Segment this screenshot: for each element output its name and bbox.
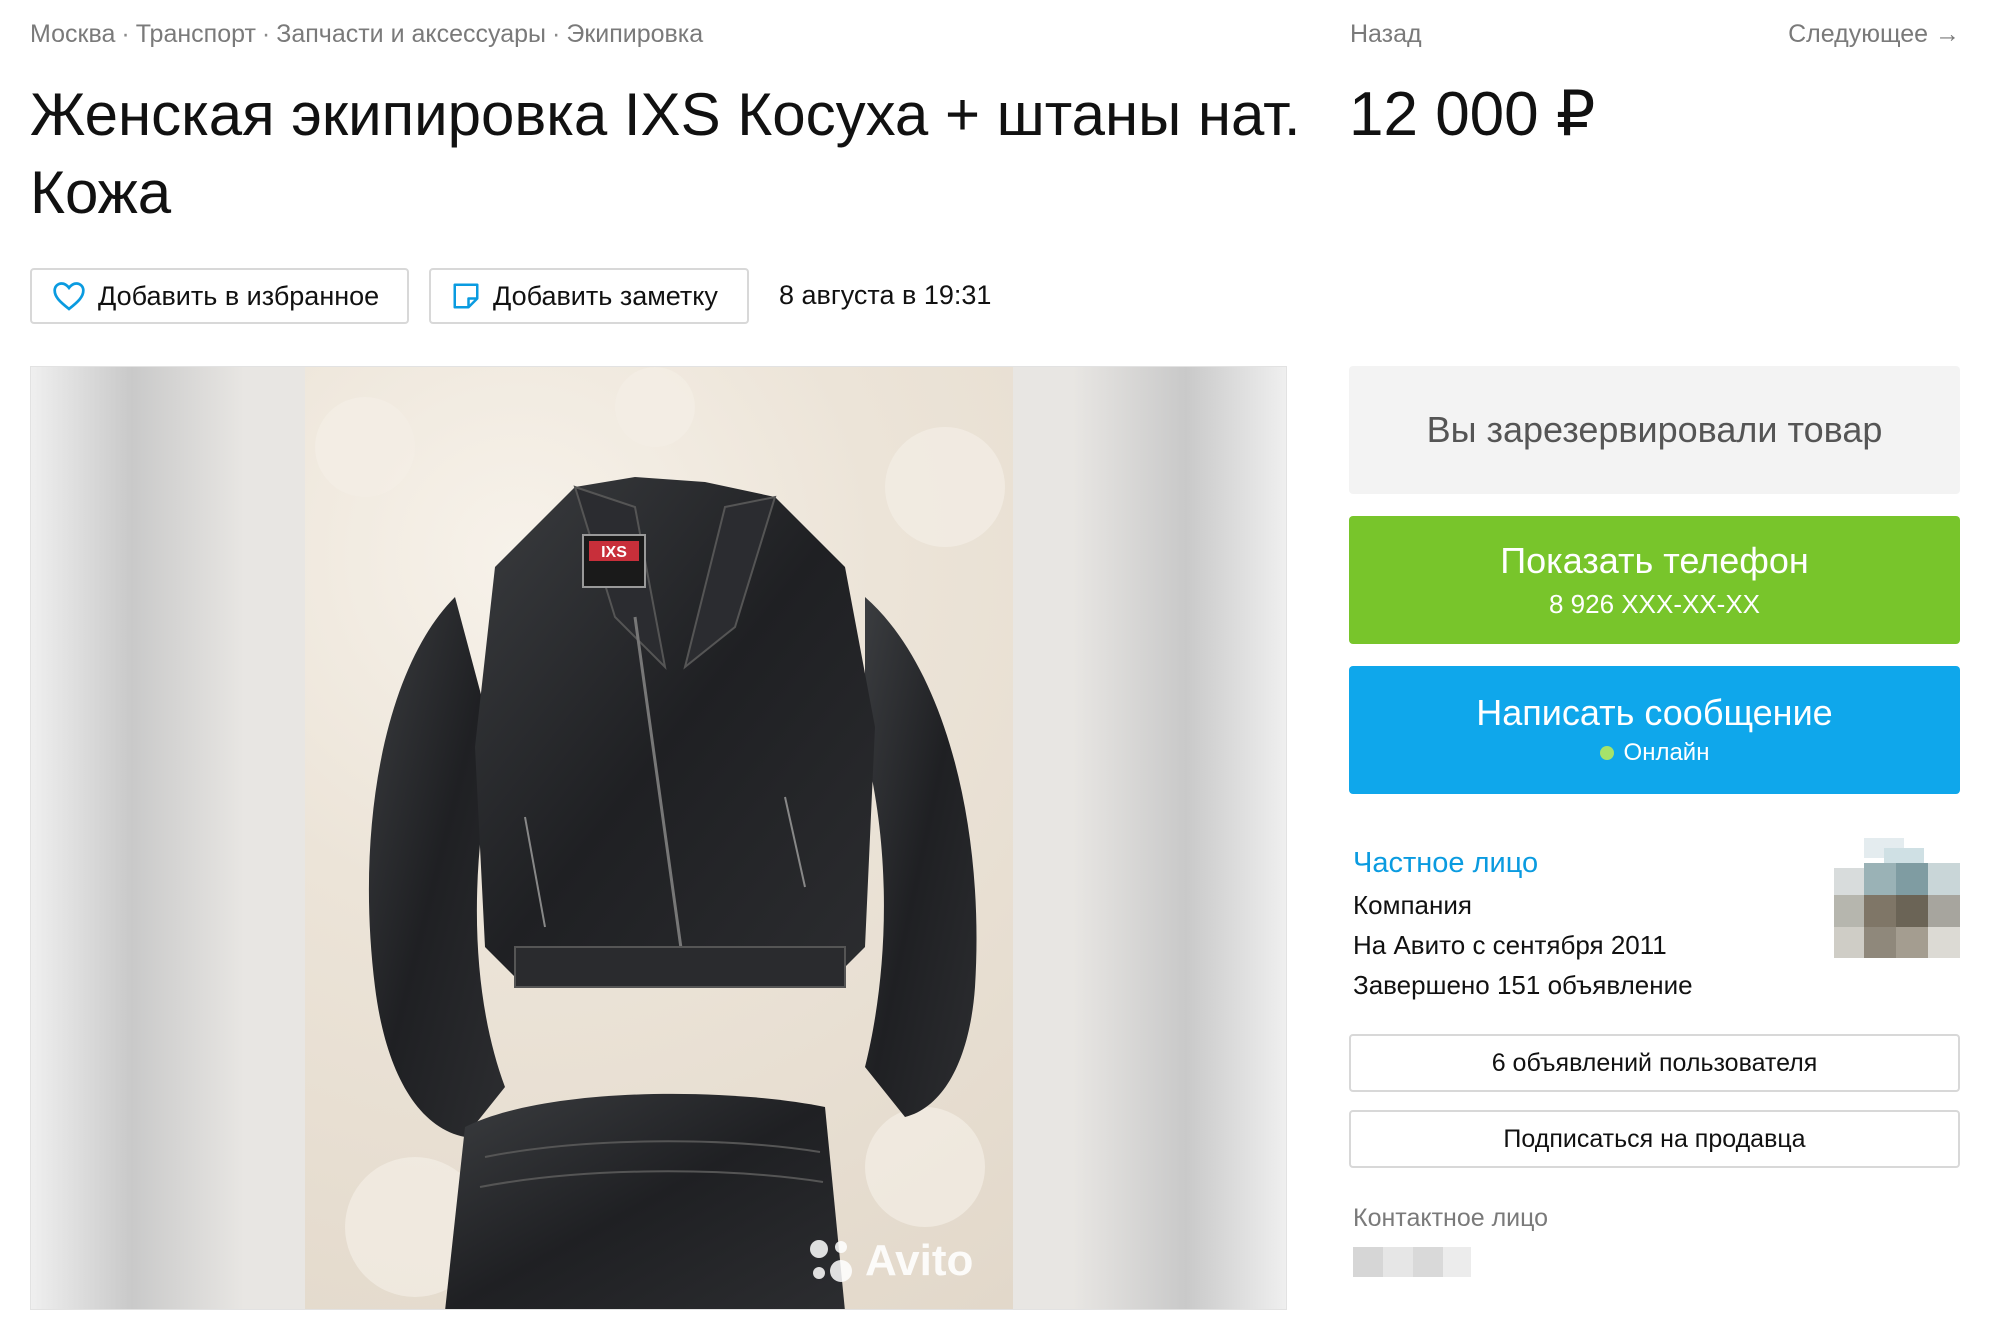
- breadcrumb-item-city[interactable]: Москва: [30, 20, 115, 48]
- add-to-favorites-label: Добавить в избранное: [98, 280, 380, 311]
- add-note-button[interactable]: Добавить заметку: [429, 268, 749, 324]
- online-status: Онлайн: [1599, 737, 1710, 769]
- avito-logo-icon: [810, 1240, 852, 1282]
- show-phone-button[interactable]: Показать телефон 8 926 XXX-XX-XX: [1349, 516, 1960, 644]
- contact-person-blurred: [1353, 1247, 1471, 1277]
- photo-gallery[interactable]: IXS Avito: [30, 366, 1287, 1310]
- seller-since: На Авито с сентября 2011: [1353, 930, 1667, 960]
- breadcrumb-separator: ·: [552, 20, 561, 48]
- note-icon: [453, 283, 479, 309]
- phone-number: 8 926 XXX-XX-XX: [1549, 589, 1760, 619]
- add-note-label: Добавить заметку: [493, 280, 718, 311]
- user-ads-button[interactable]: 6 объявлений пользователя: [1349, 1034, 1960, 1092]
- jacket-label-text: IXS: [601, 544, 627, 561]
- breadcrumb: Москва · Транспорт · Запчасти и аксессуары · Э…: [30, 20, 703, 49]
- breadcrumb-separator: ·: [121, 20, 130, 48]
- heart-icon: [53, 282, 85, 311]
- online-status-label: Онлайн: [1623, 739, 1710, 766]
- listing-date: 8 августа в 19:31: [779, 280, 992, 310]
- next-link[interactable]: Следующее →: [1788, 20, 1960, 49]
- avito-watermark: Avito: [805, 1235, 973, 1287]
- listing-price: 12 000 ₽: [1349, 80, 1596, 149]
- send-message-label: Написать сообщение: [1476, 692, 1833, 733]
- back-link[interactable]: Назад: [1350, 20, 1422, 49]
- breadcrumb-item-gear[interactable]: Экипировка: [566, 20, 703, 48]
- seller-type: Компания: [1353, 890, 1472, 920]
- contact-person-label: Контактное лицо: [1353, 1204, 1549, 1232]
- seller-name-link[interactable]: Частное лицо: [1353, 847, 1538, 880]
- online-dot-icon: [1599, 746, 1614, 760]
- send-message-button[interactable]: Написать сообщение Онлайн: [1349, 666, 1960, 794]
- pixelated-avatar-image: [1834, 838, 1960, 958]
- reserved-notice: Вы зарезервировали товар: [1349, 366, 1960, 494]
- seller-completed-ads: Завершено 151 объявление: [1353, 970, 1693, 1000]
- listing-photo[interactable]: IXS: [305, 367, 1013, 1309]
- leather-jacket-image: IXS: [315, 367, 1005, 1309]
- show-phone-label: Показать телефон: [1500, 540, 1809, 581]
- breadcrumb-item-transport[interactable]: Транспорт: [136, 20, 256, 48]
- watermark-text: Avito: [865, 1236, 974, 1285]
- listing-title: Женская экипировка IXS Косуха + штаны на…: [30, 81, 1301, 226]
- seller-avatar[interactable]: [1834, 838, 1960, 958]
- breadcrumb-separator: ·: [261, 20, 271, 48]
- add-to-favorites-button[interactable]: Добавить в избранное: [30, 268, 409, 324]
- subscribe-seller-button[interactable]: Подписаться на продавца: [1349, 1110, 1960, 1168]
- breadcrumb-item-parts[interactable]: Запчасти и аксессуары: [276, 20, 546, 48]
